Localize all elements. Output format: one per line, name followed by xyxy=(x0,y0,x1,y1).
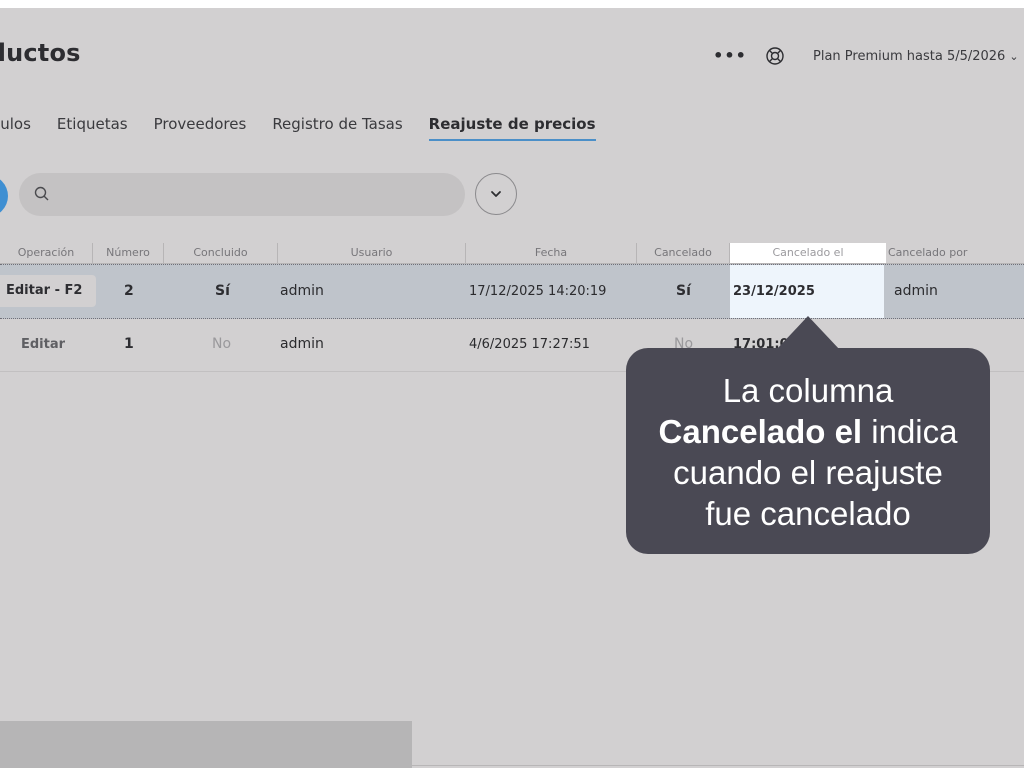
cell-cancelado-el: 23/12/2025 17:01:01 xyxy=(730,265,884,352)
cell-fecha: 17/12/2025 14:20:19 xyxy=(469,284,607,299)
cell-numero: 1 xyxy=(124,336,134,352)
callout-line-2: Cancelado el indica xyxy=(626,411,990,452)
tooltip-callout: La columna Cancelado el indica cuando el… xyxy=(626,348,990,554)
column-header-usuario[interactable]: Usuario xyxy=(278,243,466,263)
divider xyxy=(412,765,1024,766)
callout-text: La columna Cancelado el indica cuando el… xyxy=(626,370,990,534)
cell-usuario: admin xyxy=(280,336,324,352)
callout-line-3: cuando el reajuste xyxy=(673,454,943,491)
callout-line-4: fue cancelado xyxy=(705,495,911,532)
tab-registro-de-tasas[interactable]: Registro de Tasas xyxy=(272,115,402,141)
tab-bar: culos Etiquetas Proveedores Registro de … xyxy=(0,115,622,141)
cell-concluido: Sí xyxy=(215,283,230,299)
search-input[interactable] xyxy=(59,181,453,209)
callout-line-2-rest: indica xyxy=(862,413,958,450)
cell-cancelado: Sí xyxy=(676,283,691,299)
plan-dropdown[interactable]: Plan Premium hasta 5/5/2026 ⌄ xyxy=(813,49,1019,64)
column-header-numero[interactable]: Número xyxy=(93,243,164,263)
callout-line-1: La columna xyxy=(722,372,894,409)
chevron-down-icon xyxy=(491,191,501,197)
cell-fecha: 4/6/2025 17:27:51 xyxy=(469,337,590,352)
page-title: oductos xyxy=(0,39,81,67)
column-header-operacion[interactable]: Operación xyxy=(0,243,93,263)
column-header-concluido[interactable]: Concluido xyxy=(164,243,278,263)
tab-articulos[interactable]: culos xyxy=(0,115,31,141)
cell-usuario: admin xyxy=(280,283,324,299)
table-row[interactable]: Editar - F2 2 Sí admin 17/12/2025 14:20:… xyxy=(0,264,1024,352)
add-button[interactable] xyxy=(0,175,8,217)
chevron-down-icon: ⌄ xyxy=(1009,49,1019,63)
cell-numero: 2 xyxy=(124,283,134,299)
more-options-icon[interactable]: ••• xyxy=(713,46,746,66)
callout-pointer xyxy=(776,316,840,350)
filter-toggle-button[interactable] xyxy=(475,173,517,215)
callout-bold-term: Cancelado el xyxy=(658,413,863,450)
search-bar xyxy=(19,173,465,216)
search-icon xyxy=(34,186,49,201)
cell-cancelado-por: admin xyxy=(894,283,938,299)
column-header-cancelado-el[interactable]: Cancelado el xyxy=(730,243,886,263)
table-header: Operación Número Concluido Usuario Fecha… xyxy=(0,243,1024,264)
plan-label: Plan Premium hasta 5/5/2026 xyxy=(813,48,1006,64)
lifebuoy-icon[interactable] xyxy=(765,46,785,66)
column-header-cancelado-por[interactable]: Cancelado por xyxy=(886,243,1024,263)
cell-concluido: No xyxy=(212,336,232,352)
operation-label[interactable]: Editar xyxy=(21,318,65,371)
tab-reajuste-de-precios[interactable]: Reajuste de precios xyxy=(428,115,596,141)
column-header-fecha[interactable]: Fecha xyxy=(466,243,637,263)
tab-proveedores[interactable]: Proveedores xyxy=(154,115,247,141)
operation-chip[interactable]: Editar - F2 xyxy=(0,275,97,307)
header-actions: ••• Plan Premium hasta 5/5/2026 ⌄ xyxy=(713,46,1019,66)
column-header-cancelado[interactable]: Cancelado xyxy=(637,243,730,263)
bottom-panel xyxy=(0,721,412,768)
tab-etiquetas[interactable]: Etiquetas xyxy=(57,115,128,141)
